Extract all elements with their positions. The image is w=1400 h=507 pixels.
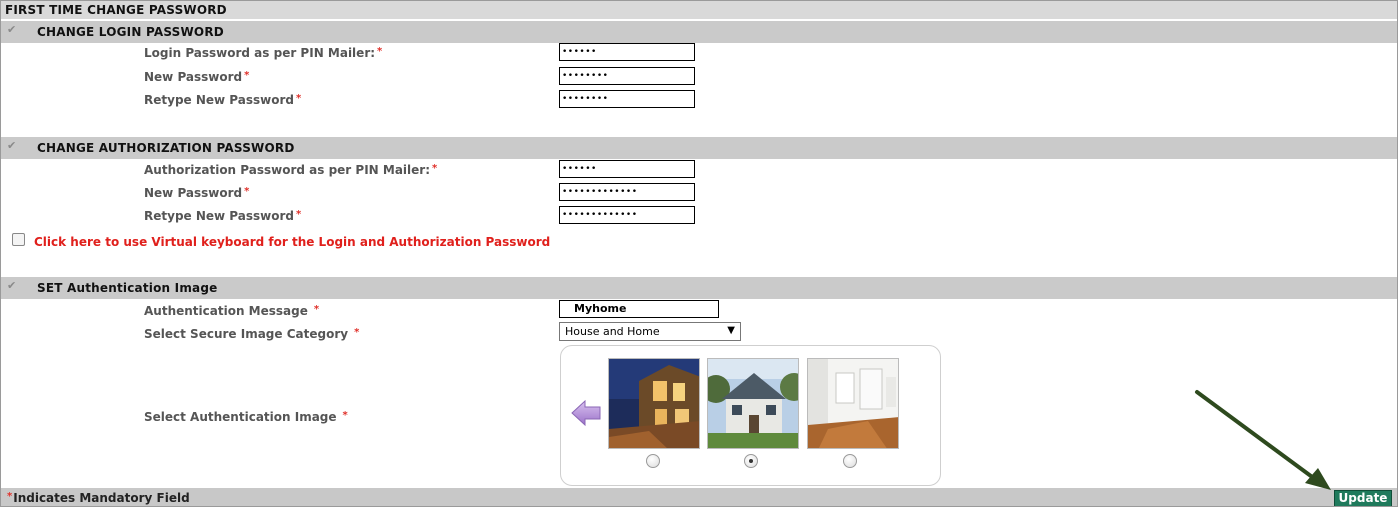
image-picker-panel bbox=[560, 345, 941, 486]
image-radio-1[interactable] bbox=[646, 454, 660, 468]
image-category-value: House and Home bbox=[565, 325, 660, 338]
form-footer: *Indicates Mandatory Field bbox=[1, 488, 1397, 506]
auth-section-header: ✔ CHANGE AUTHORIZATION PASSWORD bbox=[1, 137, 1397, 159]
mandatory-note: *Indicates Mandatory Field bbox=[7, 491, 190, 505]
auth-message-label: Authentication Message * bbox=[144, 304, 320, 318]
house-night-image[interactable] bbox=[608, 358, 700, 449]
retype-auth-password-label: Retype New Password * bbox=[144, 209, 302, 223]
login-section-title: CHANGE LOGIN PASSWORD bbox=[37, 25, 224, 39]
virtual-keyboard-link[interactable]: Click here to use Virtual keyboard for t… bbox=[34, 235, 550, 249]
auth-image-label: Select Authentication Image * bbox=[144, 410, 348, 424]
retype-login-password-label: Retype New Password * bbox=[144, 93, 302, 107]
new-auth-password-input[interactable]: ••••••••••••• bbox=[559, 183, 695, 201]
retype-auth-password-input[interactable]: ••••••••••••• bbox=[559, 206, 695, 224]
check-icon: ✔ bbox=[7, 139, 17, 152]
login-password-input[interactable]: •••••• bbox=[559, 43, 695, 61]
page-title: FIRST TIME CHANGE PASSWORD bbox=[1, 1, 1397, 19]
virtual-keyboard-checkbox[interactable] bbox=[12, 233, 25, 246]
check-icon: ✔ bbox=[7, 279, 17, 292]
annotation-arrow-icon bbox=[1195, 390, 1331, 490]
auth-section-title: CHANGE AUTHORIZATION PASSWORD bbox=[37, 141, 295, 155]
login-password-label: Login Password as per PIN Mailer: * bbox=[144, 46, 383, 60]
dropdown-arrow-icon: ▼ bbox=[727, 325, 735, 336]
interior-room-image[interactable] bbox=[807, 358, 899, 449]
image-section-header: ✔ SET Authentication Image bbox=[1, 277, 1397, 299]
check-icon: ✔ bbox=[7, 23, 17, 36]
image-radio-2[interactable] bbox=[744, 454, 758, 468]
previous-arrow-icon[interactable] bbox=[570, 397, 602, 429]
change-password-form: FIRST TIME CHANGE PASSWORD ✔ CHANGE LOGI… bbox=[0, 0, 1398, 507]
house-front-image[interactable] bbox=[707, 358, 799, 449]
new-auth-password-label: New Password * bbox=[144, 186, 250, 200]
auth-message-input[interactable]: Myhome bbox=[559, 300, 719, 318]
retype-login-password-input[interactable]: •••••••• bbox=[559, 90, 695, 108]
login-section-header: ✔ CHANGE LOGIN PASSWORD bbox=[1, 21, 1397, 43]
image-category-label: Select Secure Image Category * bbox=[144, 327, 360, 341]
auth-password-label: Authorization Password as per PIN Mailer… bbox=[144, 163, 438, 177]
image-section-title: SET Authentication Image bbox=[37, 281, 218, 295]
update-button[interactable]: Update bbox=[1334, 490, 1392, 506]
auth-password-input[interactable]: •••••• bbox=[559, 160, 695, 178]
image-category-select[interactable]: House and Home ▼ bbox=[559, 322, 741, 341]
new-login-password-input[interactable]: •••••••• bbox=[559, 67, 695, 85]
new-login-password-label: New Password * bbox=[144, 70, 250, 84]
image-radio-3[interactable] bbox=[843, 454, 857, 468]
